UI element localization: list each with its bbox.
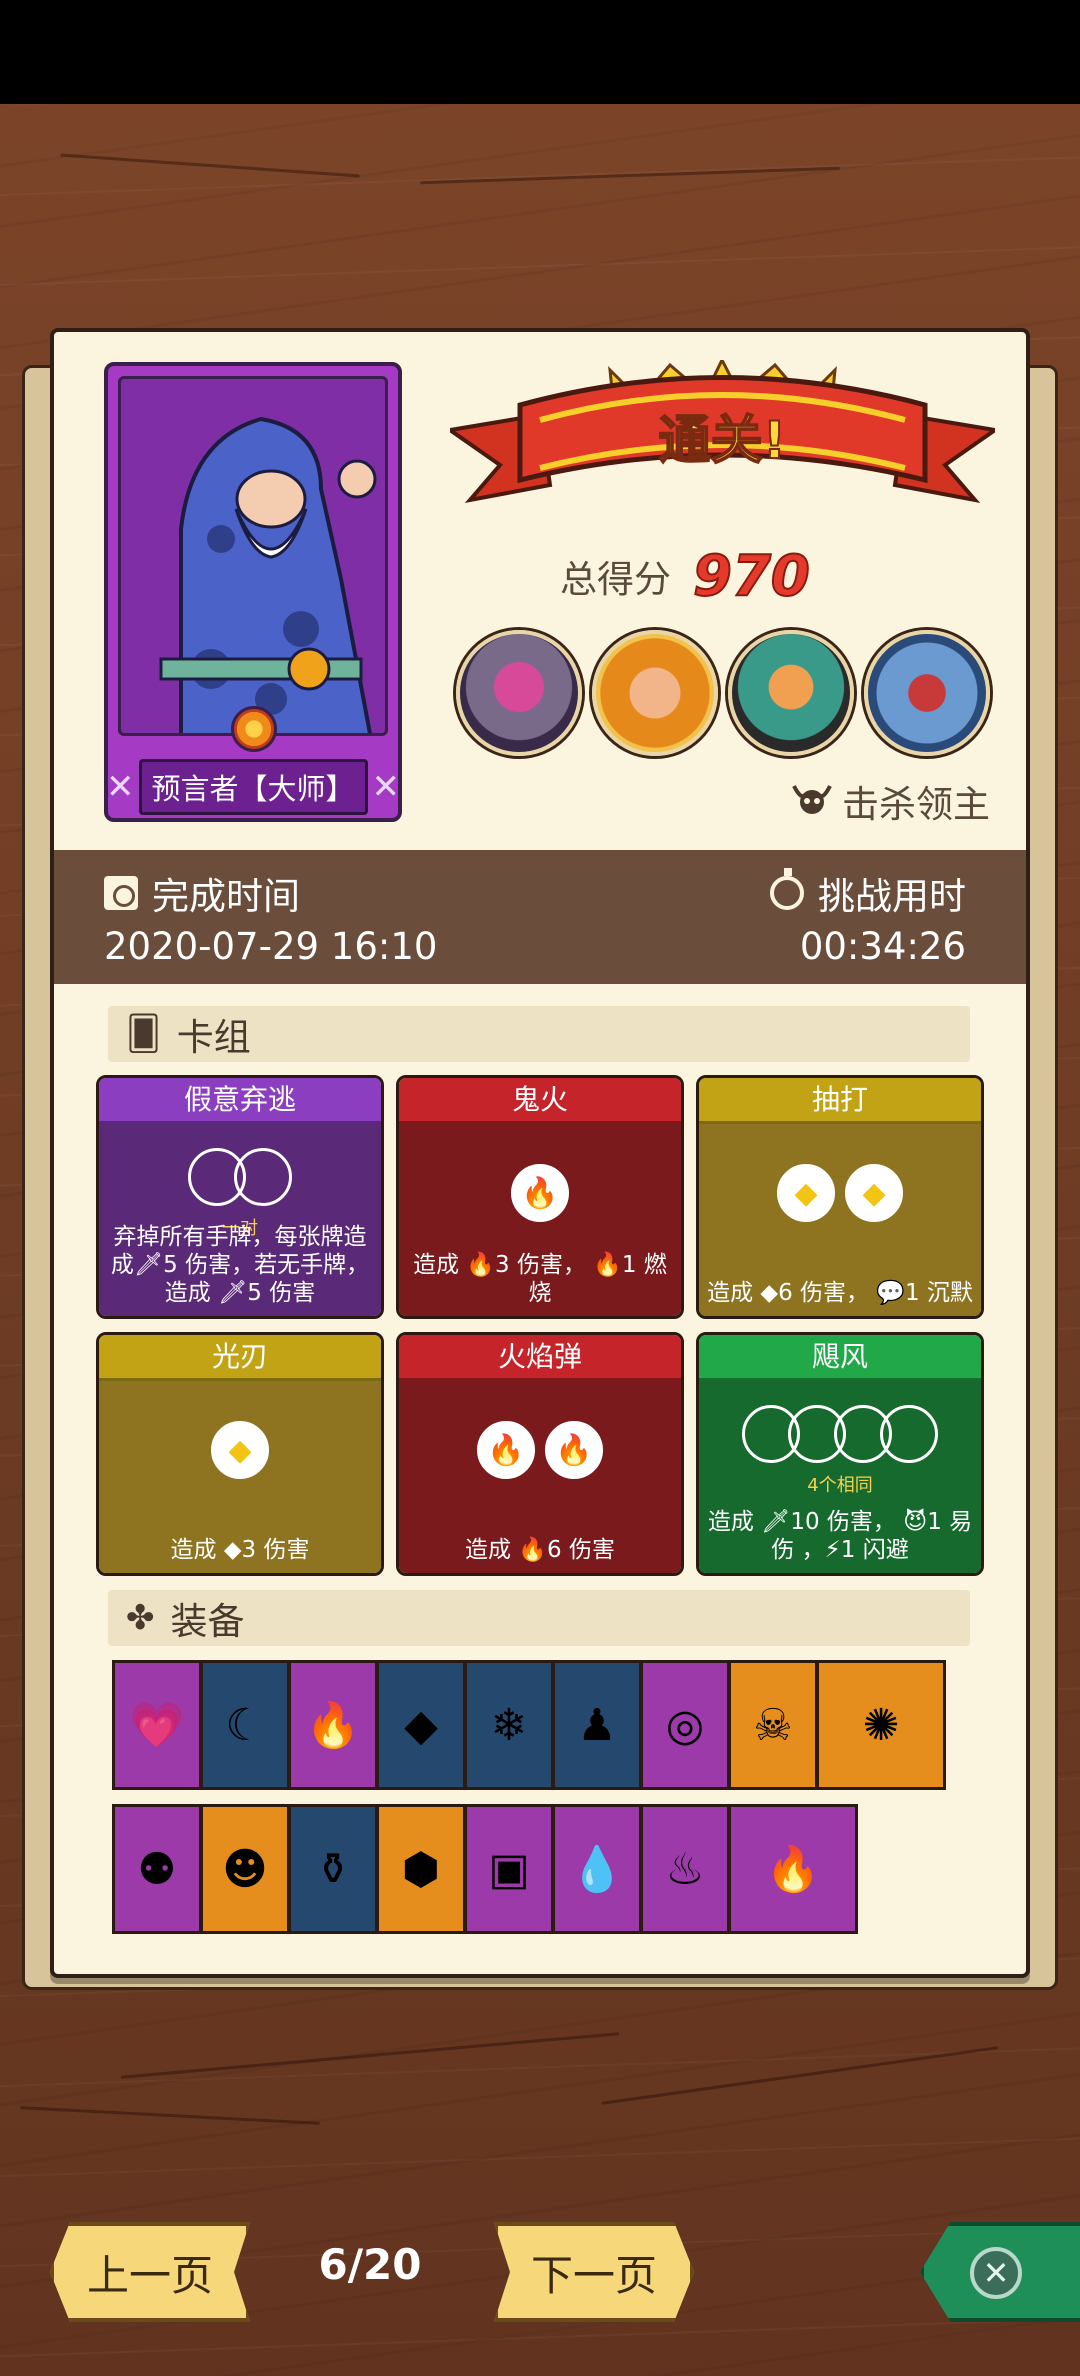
equipment-row-1: 💗 ☾ 🔥 ◆ ❄ ♟ ◎ ☠ ✺ [112,1660,946,1790]
boss-avatar-warrior[interactable] [592,630,718,756]
boss-list [456,630,996,760]
skull-horns-icon [792,785,832,814]
score-value: 970 [692,543,811,610]
diamond-die-icon: ◆ [211,1421,269,1479]
card-whip[interactable]: 抽打 ◆ ◆ 造成 ◆6 伤害， 💬1 沉默 [696,1075,984,1319]
empty-die-slot [880,1405,938,1463]
red-ring-icon[interactable]: ◎ [640,1660,730,1790]
flame-shield-icon[interactable]: 🔥 [728,1804,858,1934]
hero-name: 预言者【大师】 [138,759,368,815]
heart-charm-icon[interactable]: 💗 [112,1660,202,1790]
voodoo-doll-icon[interactable]: ♟ [552,1660,642,1790]
dice-slots: ◆ ◆ [699,1164,981,1222]
totem-icon[interactable]: ▣ [464,1804,554,1934]
score-label: 总得分 [560,558,671,601]
boss-avatar-dragon[interactable] [864,630,990,756]
dice-slots [99,1148,381,1206]
diamond-die-icon: ◆ [777,1164,835,1222]
skull-dice-icon[interactable]: ☠ [728,1660,818,1790]
clear-banner: 通关! [444,356,1001,540]
fire-die-icon: 🔥 [545,1421,603,1479]
diamond-die-icon: ◆ [845,1164,903,1222]
clear-banner-text: 通关! [658,410,788,472]
broken-pillar-icon[interactable]: ⚱ [288,1804,378,1934]
time-band: 完成时间 2020-07-29 16:10 挑战用时 00:34:26 [54,850,1026,984]
hero-card[interactable]: ✕ 预言者【大师】 ✕ [104,362,402,822]
gem-icon[interactable]: ⬢ [376,1804,466,1934]
dice-slots: 🔥 [399,1164,681,1222]
fire-die-icon: 🔥 [511,1164,569,1222]
fire-ring-icon[interactable]: 🔥 [288,1660,378,1790]
status-bar [0,0,1080,104]
skull-mask-icon[interactable]: ☻ [200,1804,290,1934]
dice-slots [699,1405,981,1463]
card-will-o-wisp[interactable]: 鬼火 🔥 造成 🔥3 伤害， 🔥1 燃烧 [396,1075,684,1319]
propeller-icon: ✤ [126,1598,155,1638]
prev-page-button[interactable]: 上一页 [50,2222,250,2322]
moon-wand-icon[interactable]: ☾ [200,1660,290,1790]
empty-die-slot [234,1148,292,1206]
boss-avatar-fish[interactable] [728,630,854,756]
finish-time-label: 完成时间 [104,866,300,920]
close-icon[interactable]: ✕ [970,2247,1022,2299]
cards-icon: 🂠 [126,1014,161,1054]
total-score: 总得分 970 [560,543,900,610]
boss-kill-label: 击杀领主 [764,776,990,826]
card-feint-escape[interactable]: 假意弃逃 一对 弃掉所有手牌，每张牌造成🗡5 伤害，若无手牌，造成 🗡5 伤害 [96,1075,384,1319]
blue-beast-icon[interactable]: ✺ [816,1660,946,1790]
calendar-icon [104,876,138,910]
plague-mask-icon[interactable]: ⚉ [112,1804,202,1934]
page-indicator: 6/20 [318,2240,422,2289]
card-light-blade[interactable]: 光刃 ◆ 造成 ◆3 伤害 [96,1332,384,1576]
dice-slots: 🔥 🔥 [399,1421,681,1479]
rank-medal-icon [231,706,277,752]
stopwatch-icon [770,868,804,910]
equipment-header: ✤ 装备 [108,1590,970,1646]
brazier-icon[interactable]: ♨ [640,1804,730,1934]
duration-label: 挑战用时 [770,866,966,920]
hero-name-bar: ✕ 预言者【大师】 ✕ [106,759,400,815]
crystal-drop-icon[interactable]: 💧 [552,1804,642,1934]
equipment-row-2: ⚉ ☻ ⚱ ⬢ ▣ 💧 ♨ 🔥 [112,1804,858,1934]
boss-avatar-golem[interactable] [456,630,582,756]
bone-left-icon: ✕ [106,767,135,807]
fire-die-icon: 🔥 [477,1421,535,1479]
finish-time-value: 2020-07-29 16:10 [104,925,438,968]
hero-portrait [118,376,388,736]
card-fireball[interactable]: 火焰弹 🔥 🔥 造成 🔥6 伤害 [396,1332,684,1576]
card-hurricane[interactable]: 飓风 4个相同 造成 🗡10 伤害， 😈1 易伤 ，⚡1 闪避 [696,1332,984,1576]
deck-header: 🂠 卡组 [108,1006,970,1062]
ice-armor-icon[interactable]: ❄ [464,1660,554,1790]
crystal-boot-icon[interactable]: ◆ [376,1660,466,1790]
next-page-button[interactable]: 下一页 [494,2222,694,2322]
bone-right-icon: ✕ [371,767,401,807]
dice-slots: ◆ [99,1421,381,1479]
duration-value: 00:34:26 [799,925,966,968]
